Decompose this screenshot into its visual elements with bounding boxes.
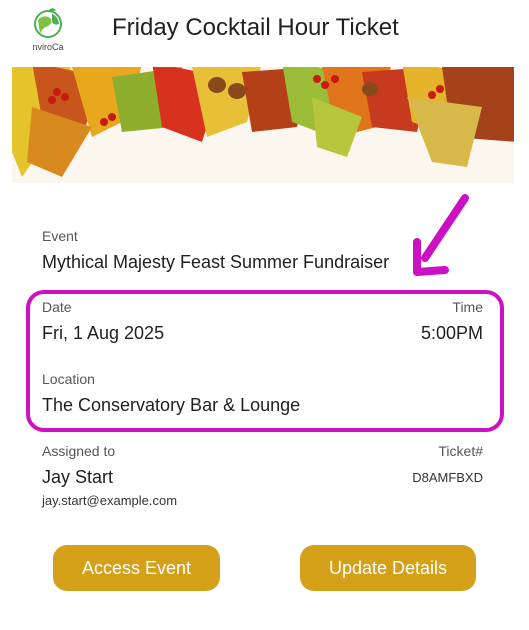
date-value: Fri, 1 Aug 2025 (42, 323, 165, 343)
event-label: Event (42, 228, 78, 244)
event-value: Mythical Majesty Feast Summer Fundraiser (42, 252, 390, 272)
assigned-label: Assigned to (42, 443, 116, 459)
update-details-button[interactable]: Update Details (300, 545, 476, 591)
ticket-number: D8AMFBXD (412, 470, 483, 485)
time-label: Time (452, 299, 483, 315)
assigned-name: Jay Start (42, 467, 114, 487)
date-label: Date (42, 299, 72, 315)
autumn-leaves-banner (12, 67, 514, 183)
assigned-email: jay.start@example.com (42, 493, 178, 508)
time-value: 5:00PM (420, 323, 483, 343)
logo: nviroCa (28, 6, 68, 56)
ticket-label: Ticket# (438, 443, 483, 459)
page-title: Friday Cocktail Hour Ticket (112, 14, 399, 41)
arrow-down-left-icon (413, 194, 469, 276)
globe-leaf-icon (34, 8, 62, 38)
access-event-button[interactable]: Access Event (53, 545, 220, 591)
logo-text: nviroCa (32, 42, 64, 52)
ticket-header: nviroCa Friday Cocktail Hour Ticket (0, 0, 529, 66)
location-value: The Conservatory Bar & Lounge (42, 395, 301, 415)
location-label: Location (42, 371, 95, 387)
